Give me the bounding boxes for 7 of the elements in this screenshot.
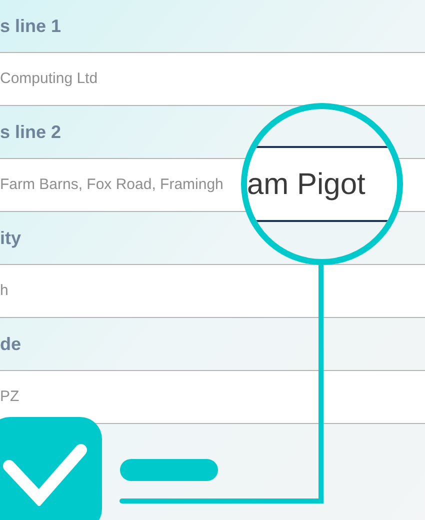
- magnified-text: am Pigot: [247, 166, 366, 202]
- field-label: de: [0, 332, 22, 356]
- field-label: s line 2: [0, 120, 62, 144]
- field-label: s line 1: [0, 14, 62, 38]
- checkbox[interactable]: [0, 417, 102, 520]
- field-label: ity: [0, 226, 22, 250]
- checkmark-icon: [3, 442, 87, 506]
